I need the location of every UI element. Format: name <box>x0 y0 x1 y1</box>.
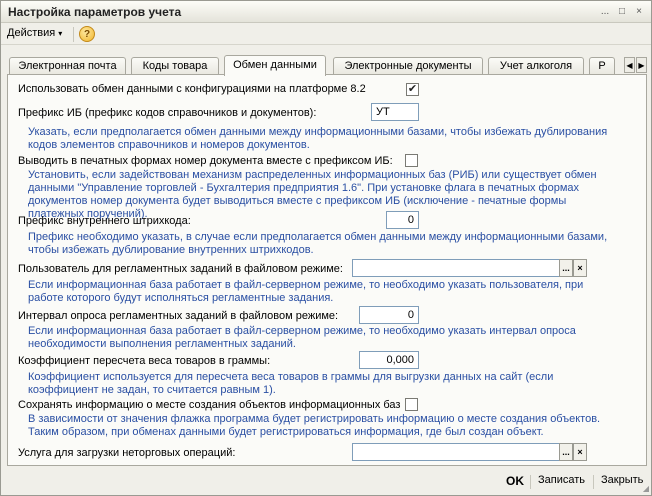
save-origin-checkbox[interactable] <box>405 398 418 411</box>
save-origin-label: Сохранять информацию о месте создания об… <box>18 399 401 411</box>
barcode-prefix-hint: Префикс необходимо указать, в случае есл… <box>28 231 608 256</box>
chevron-down-icon: ▾ <box>58 29 63 38</box>
extra-actions-icon[interactable]: ... <box>597 4 613 19</box>
tab-email[interactable]: Электронная почта <box>9 57 126 75</box>
sched-user-clear-icon[interactable]: × <box>573 259 587 277</box>
data-exchange-panel: Использовать обмен данными с конфигураци… <box>7 74 647 466</box>
barcode-prefix-label: Префикс внутреннего штрихкода: <box>18 215 191 227</box>
settings-window: Настройка параметров учета ... □ × Дейст… <box>0 0 652 496</box>
service-input[interactable] <box>352 443 560 461</box>
tab-data-exchange[interactable]: Обмен данными <box>224 55 326 76</box>
prefix-label: Префикс ИБ (префикс кодов справочников и… <box>18 107 317 119</box>
prefix-input[interactable]: УТ <box>371 103 419 121</box>
close-icon[interactable]: × <box>631 4 647 19</box>
poll-interval-input[interactable]: 0 <box>359 306 419 324</box>
actions-menu-button[interactable]: Действия ▾ <box>7 27 62 39</box>
dialog-footer: OK Записать Закрыть ◢ <box>1 469 651 495</box>
maximize-icon[interactable]: □ <box>614 4 630 19</box>
window-controls: ... □ × <box>596 4 647 19</box>
tab-scroll-right-icon[interactable]: ▶ <box>636 57 647 73</box>
tab-scroll-controls: ◀ ▶ <box>623 57 647 73</box>
save-origin-hint: В зависимости от значения флажка програм… <box>28 413 601 438</box>
tab-electronic-documents[interactable]: Электронные документы <box>333 57 483 75</box>
print-prefix-label: Выводить в печатных формах номер докумен… <box>18 155 393 167</box>
window-title: Настройка параметров учета <box>8 5 182 19</box>
poll-interval-hint: Если информационная база работает в файл… <box>28 325 576 350</box>
menu-divider <box>73 27 74 42</box>
poll-interval-label: Интервал опроса регламентных заданий в ф… <box>18 310 339 322</box>
service-select-button[interactable]: ... <box>559 443 573 461</box>
close-button[interactable]: Закрыть <box>601 474 643 486</box>
barcode-prefix-input[interactable]: 0 <box>386 211 419 229</box>
command-bar: Действия ▾ ? <box>1 23 651 45</box>
ok-button[interactable]: OK <box>506 474 524 488</box>
weight-coef-hint: Коэффициент используется для пересчета в… <box>28 371 554 396</box>
print-prefix-checkbox[interactable] <box>405 154 418 167</box>
sched-user-hint: Если информационная база работает в файл… <box>28 279 584 304</box>
help-icon[interactable]: ? <box>79 26 95 42</box>
weight-coef-label: Коэффициент пересчета веса товаров в гра… <box>18 355 271 367</box>
tab-bar: Электронная почта Коды товара Обмен данн… <box>7 55 647 76</box>
service-clear-icon[interactable]: × <box>573 443 587 461</box>
footer-divider <box>530 475 531 489</box>
print-prefix-hint: Установить, если задействован механизм р… <box>28 169 597 220</box>
tab-item-codes[interactable]: Коды товара <box>131 57 219 75</box>
resize-grip-icon[interactable]: ◢ <box>643 484 649 493</box>
save-button[interactable]: Записать <box>538 474 585 486</box>
title-bar: Настройка параметров учета ... □ × <box>1 1 651 23</box>
use-82-label: Использовать обмен данными с конфигураци… <box>18 83 366 95</box>
tab-scroll-left-icon[interactable]: ◀ <box>624 57 635 73</box>
weight-coef-input[interactable]: 0,000 <box>359 351 419 369</box>
footer-divider <box>593 475 594 489</box>
sched-user-label: Пользователь для регламентных заданий в … <box>18 263 343 275</box>
prefix-hint: Указать, если предполагается обмен данны… <box>28 126 608 151</box>
sched-user-input[interactable] <box>352 259 560 277</box>
sched-user-select-button[interactable]: ... <box>559 259 573 277</box>
tab-alcohol-accounting[interactable]: Учет алкоголя <box>488 57 584 75</box>
use-82-checkbox[interactable]: ✔ <box>406 83 419 96</box>
service-label: Услуга для загрузки неторговых операций: <box>18 447 236 459</box>
actions-label: Действия <box>7 27 56 39</box>
tab-more[interactable]: Р <box>589 57 615 75</box>
